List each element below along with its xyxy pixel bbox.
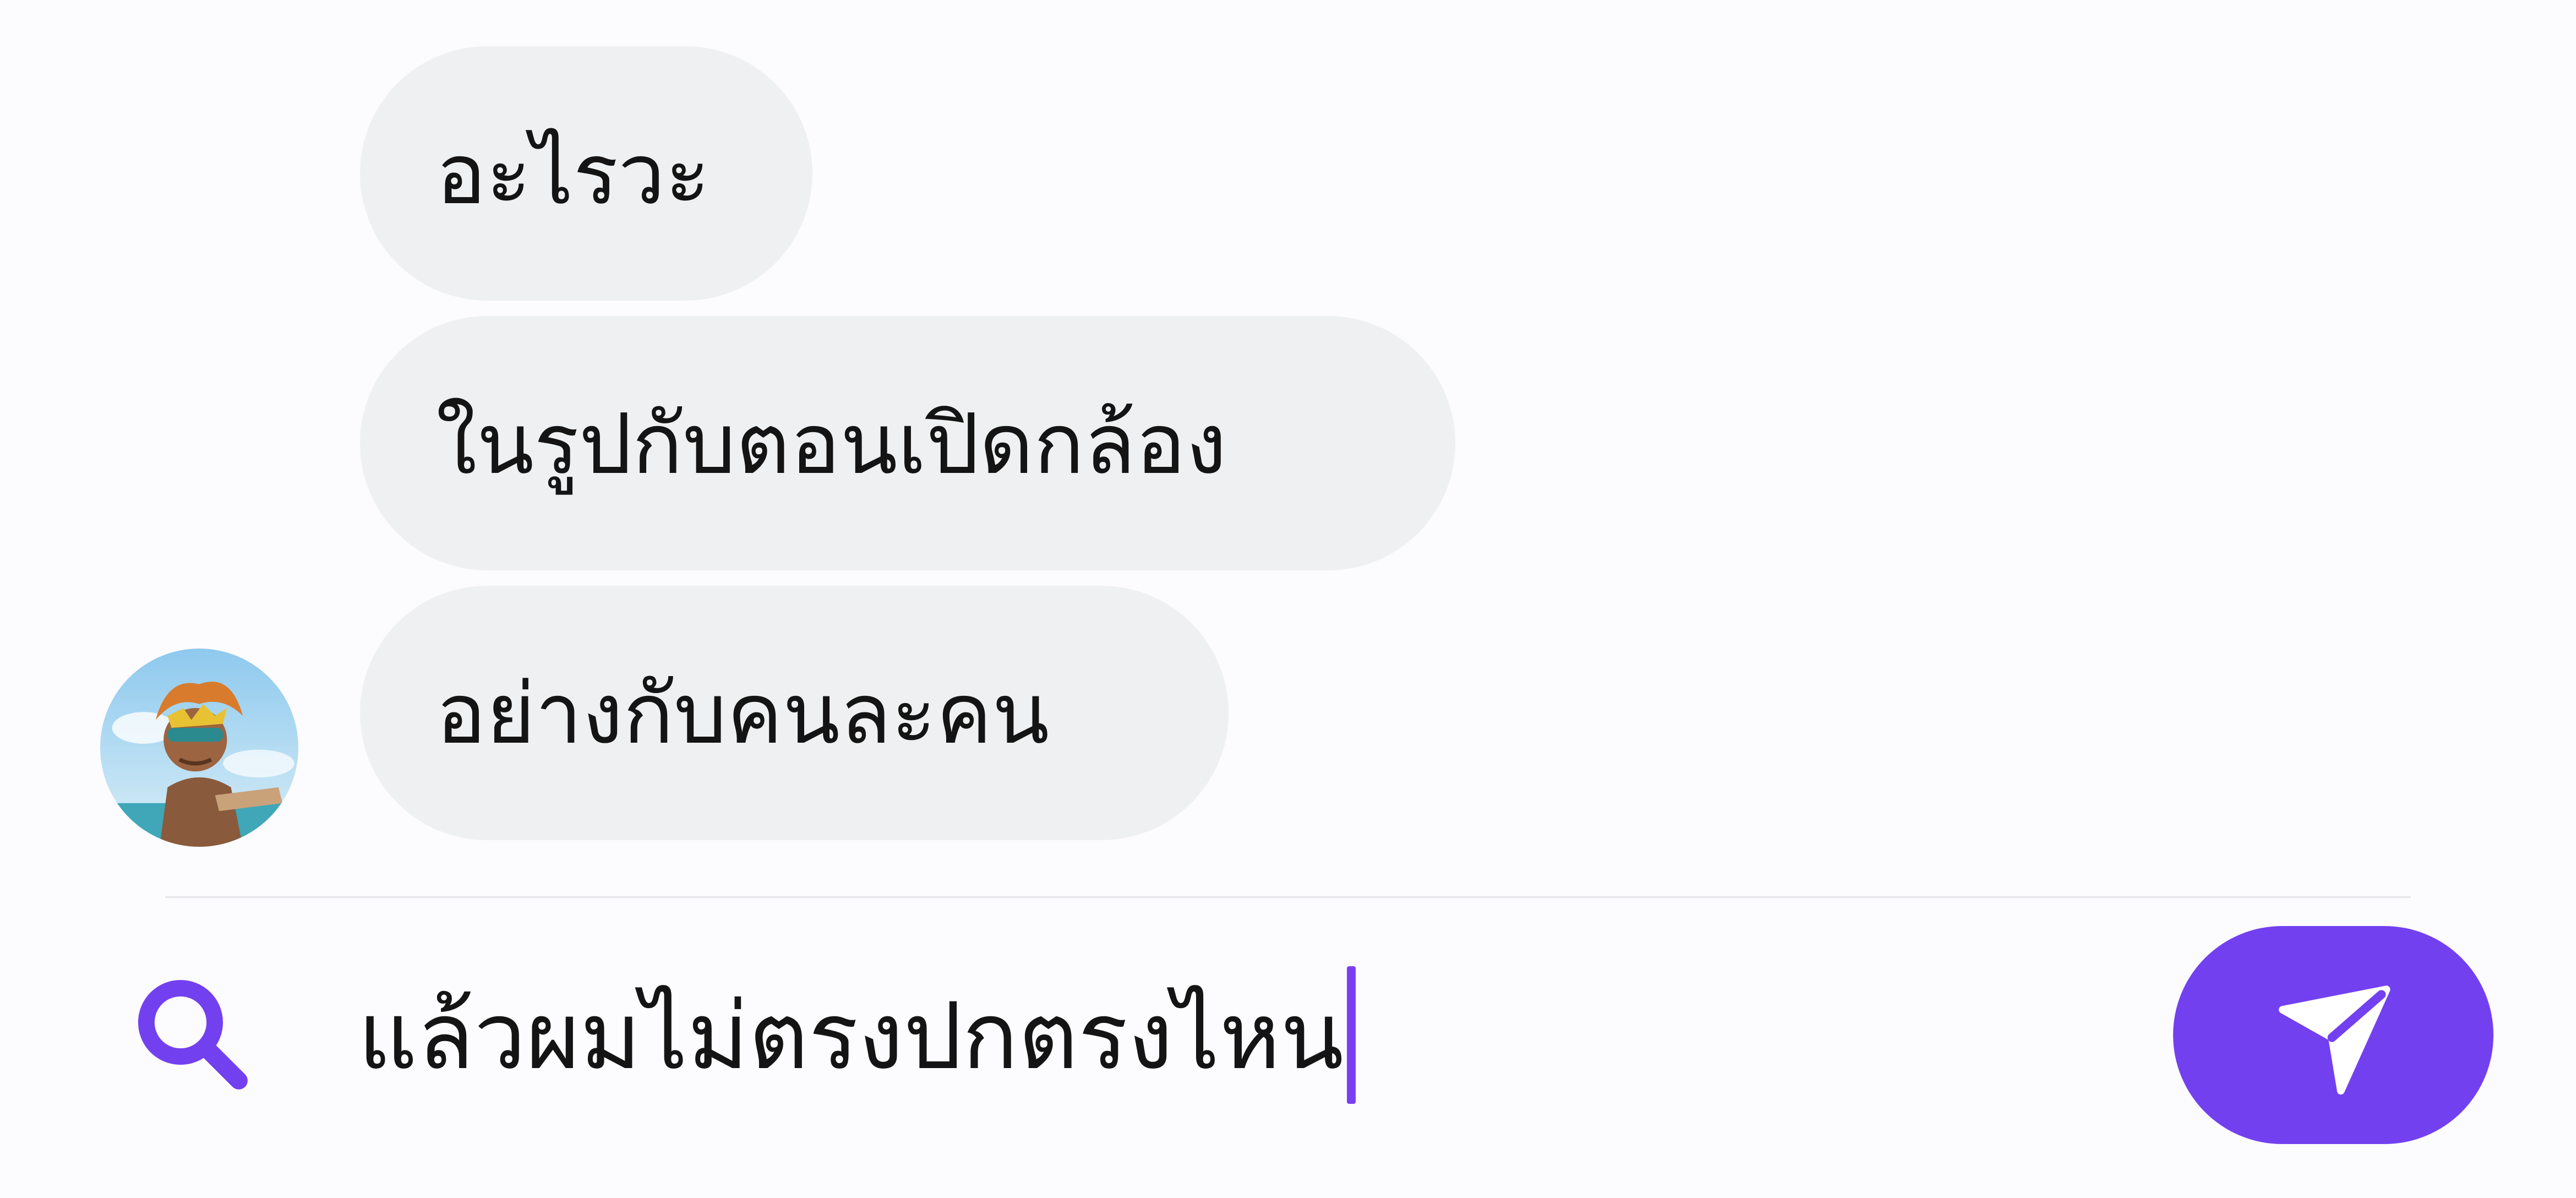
message-text: อะไรวะ bbox=[436, 126, 711, 223]
message-composer: แล้วผมไม่ตรงปกตรงไหน bbox=[66, 925, 2510, 1145]
divider bbox=[165, 896, 2411, 898]
message-bubble[interactable]: อะไรวะ bbox=[360, 46, 812, 301]
chat-area: อะไรวะ ในรูปกับตอนเปิดกล้อง อย่างกับคนละ… bbox=[0, 0, 2576, 892]
send-button[interactable] bbox=[2173, 926, 2493, 1144]
send-icon bbox=[2279, 985, 2391, 1095]
sender-avatar[interactable] bbox=[100, 649, 298, 847]
text-caret bbox=[1347, 966, 1356, 1104]
search-icon[interactable] bbox=[130, 972, 256, 1098]
message-text: ในรูปกับตอนเปิดกล้อง bbox=[436, 395, 1227, 493]
message-text: อย่างกับคนละคน bbox=[436, 665, 1050, 763]
message-bubble[interactable]: ในรูปกับตอนเปิดกล้อง bbox=[360, 316, 1455, 570]
avatar-illustration bbox=[100, 649, 298, 847]
message-input[interactable]: แล้วผมไม่ตรงปกตรงไหน bbox=[358, 947, 2064, 1123]
message-bubble[interactable]: อย่างกับคนละคน bbox=[360, 586, 1229, 840]
message-input-value: แล้วผมไม่ตรงปกตรงไหน bbox=[358, 982, 1344, 1090]
